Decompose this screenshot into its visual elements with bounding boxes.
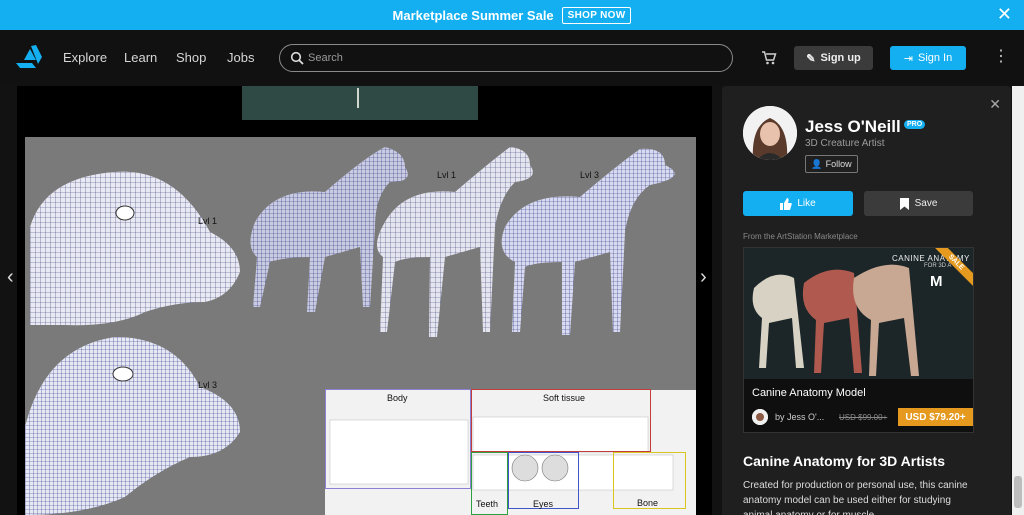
label-lvl1-head: Lvl 1 <box>198 216 218 226</box>
follow-label: Follow <box>825 159 852 169</box>
nav-learn[interactable]: Learn <box>124 50 157 65</box>
promo-text[interactable]: Marketplace Summer Sale <box>393 8 554 23</box>
pencil-icon: ✎ <box>806 52 816 65</box>
close-panel-icon[interactable]: ✕ <box>989 96 1001 113</box>
uv-label-eyes: Eyes <box>533 499 554 509</box>
uv-label-soft-tissue: Soft tissue <box>543 393 586 403</box>
product-old-price: USD $99.00+ <box>839 413 888 422</box>
follow-button[interactable]: 👤 Follow <box>805 155 858 173</box>
uv-body-box <box>325 389 471 489</box>
promo-banner[interactable]: Marketplace Summer Sale SHOP NOW ✕ <box>0 0 1024 30</box>
label-lvl3-head: Lvl 3 <box>198 380 218 390</box>
artist-title: 3D Creature Artist <box>805 138 885 149</box>
nav-jobs[interactable]: Jobs <box>227 50 254 65</box>
pro-badge: PRO <box>904 120 926 129</box>
artist-panel: ✕ Jess O'Neill PRO 3D Creature Artist 👤 … <box>722 86 1011 515</box>
top-nav: Explore Learn Shop Jobs ✎ Sign up ⇥ Sign… <box>0 30 1024 86</box>
previous-image-strip[interactable] <box>242 86 478 120</box>
sign-up-button[interactable]: ✎ Sign up <box>794 46 873 70</box>
page-scrollbar[interactable] <box>1012 86 1024 515</box>
scrollbar-thumb[interactable] <box>1014 476 1022 508</box>
search-icon <box>290 51 304 65</box>
close-icon[interactable]: ✕ <box>997 4 1012 24</box>
next-arrow-icon[interactable]: › <box>700 266 707 289</box>
label-lvl1-body: Lvl 1 <box>437 170 457 180</box>
cart-icon[interactable] <box>761 50 777 66</box>
sign-in-icon: ⇥ <box>903 52 913 65</box>
sign-in-button[interactable]: ⇥ Sign In <box>890 46 966 70</box>
bookmark-icon <box>899 197 909 210</box>
artstation-logo-icon[interactable] <box>16 44 42 68</box>
shop-now-button[interactable]: SHOP NOW <box>561 6 632 24</box>
previous-arrow-icon[interactable]: ‹ <box>7 266 14 289</box>
sign-in-label: Sign In <box>917 52 953 64</box>
search-input[interactable] <box>308 50 708 66</box>
save-button[interactable]: Save <box>864 191 973 216</box>
sign-up-label: Sign up <box>820 52 861 64</box>
avatar[interactable] <box>743 106 797 160</box>
nav-explore[interactable]: Explore <box>63 50 107 65</box>
like-label: Like <box>797 198 816 209</box>
project-description: Created for production or personal use, … <box>743 480 968 515</box>
product-title[interactable]: Canine Anatomy Model <box>752 387 866 399</box>
kebab-menu-icon[interactable]: ⋮ <box>993 49 1009 65</box>
product-seller-avatar <box>752 409 768 425</box>
product-price-button[interactable]: USD $79.20+ <box>898 408 973 426</box>
product-brand-logo: M <box>930 273 943 290</box>
artwork-image: Lvl 1 Lvl 1 Lvl 3 Lvl 3 Body Soft tissue… <box>25 137 696 515</box>
uv-label-body: Body <box>387 393 408 403</box>
marketplace-product-card[interactable]: CANINE ANATOMY FOR 3D A M SALE Canine An… <box>743 247 974 433</box>
uv-label-teeth: Teeth <box>476 499 499 509</box>
product-thumbnail[interactable]: CANINE ANATOMY FOR 3D A M SALE <box>744 248 973 379</box>
add-user-icon: 👤 <box>811 158 823 169</box>
product-banner-subtitle: FOR 3D A <box>924 263 952 269</box>
project-title: Canine Anatomy for 3D Artists <box>743 453 945 469</box>
marketplace-heading: From the ArtStation Marketplace <box>743 232 858 241</box>
like-button[interactable]: Like <box>743 191 853 216</box>
label-lvl3-body: Lvl 3 <box>580 170 600 180</box>
artist-name[interactable]: Jess O'Neill <box>805 117 901 137</box>
save-label: Save <box>914 198 938 209</box>
product-seller[interactable]: by Jess O'... <box>775 412 824 422</box>
search-bar[interactable] <box>279 44 733 72</box>
nav-shop[interactable]: Shop <box>176 50 206 65</box>
thumbs-up-icon <box>780 197 793 210</box>
uv-label-bone: Bone <box>637 498 659 508</box>
